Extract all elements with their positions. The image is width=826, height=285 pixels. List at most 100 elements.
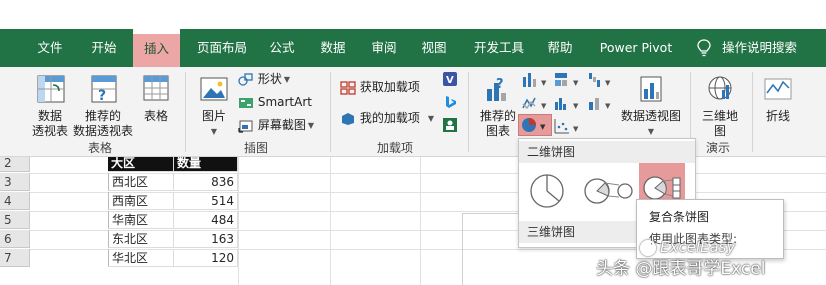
table-cell[interactable]: 华南区 [108,211,174,229]
group-separator [468,72,469,152]
tab-file[interactable]: 文件 [32,29,68,67]
pie-chart-button[interactable]: ▼ [518,114,552,136]
recommended-charts-icon: ? [487,77,506,101]
addins-icon [342,112,354,125]
section-2d-pie: 二维饼图 [519,141,695,163]
store-icon [340,80,356,95]
pivot-chart-button[interactable]: 数据透视图 ▼ [618,73,684,139]
tab-insert[interactable]: 插入 [133,29,180,67]
3d-map-label-1: 三维地 [701,109,738,123]
waterfall-chart-icon[interactable]: ▼ [587,71,617,89]
tab-help[interactable]: 帮助 [542,29,578,67]
tab-formulas[interactable]: 公式 [264,29,300,67]
shapes-button[interactable]: 形状 ▼ [238,71,290,88]
chevron-down-icon: ▼ [647,127,655,136]
group-label-tours: 演示 [705,141,730,155]
shapes-label: 形状 [257,72,282,86]
globe-icon [708,76,732,100]
svg-text:▼: ▼ [605,102,611,110]
table-button[interactable]: 表格 [138,73,174,124]
screenshot-button[interactable]: 屏幕截图 ▼ [238,117,314,134]
smartart-icon [239,97,253,108]
recommended-pivot-label-1: 推荐的 [84,109,121,123]
chevron-down-icon: ▼ [427,113,434,123]
recommended-charts-label-2: 图表 [485,124,510,138]
screenshot-label: 屏幕截图 [257,118,306,132]
pie-chart-icon: ▼ [522,118,546,132]
watermark-line-2: 头条 @跟表哥学Excel [596,259,766,279]
my-addins-button[interactable]: 我的加载项 ▼ [340,110,434,127]
get-addins-label: 获取加载项 [359,80,420,94]
sparkline-line-label: 折线 [765,109,790,123]
table-cell[interactable]: 华北区 [108,249,174,267]
svg-text:▼: ▼ [541,79,547,87]
row-header[interactable]: 7 [0,249,30,267]
sparkline-line-button[interactable]: 折线 [760,73,796,124]
svg-text:▼: ▼ [573,102,579,110]
row-header[interactable]: 2 [0,157,30,172]
sparkline-icon [764,78,792,100]
bing-maps-icon[interactable] [442,94,458,110]
tab-data[interactable]: 数据 [315,29,351,67]
hierarchy-chart-icon[interactable]: ▼ [553,71,587,89]
tab-page-layout[interactable]: 页面布局 [190,29,254,67]
recommended-pivot-button[interactable]: ? 推荐的 数据透视表 [71,73,135,139]
tell-me-search[interactable]: 操作说明搜索 [722,29,797,67]
smartart-label: SmartArt [257,95,312,109]
visio-icon[interactable]: V [442,71,458,87]
tab-view[interactable]: 视图 [416,29,452,67]
pictures-button[interactable]: 图片 ▼ [196,73,232,139]
pie-of-pie-option[interactable] [581,169,635,213]
pie-icon [530,174,564,208]
pivot-table-button[interactable]: 数据 透视表 [30,73,70,139]
tab-power-pivot[interactable]: Power Pivot [594,29,678,67]
tab-review[interactable]: 审阅 [366,29,402,67]
row-header[interactable]: 4 [0,192,30,210]
scatter-chart-icon[interactable]: ▼ [553,117,587,135]
table-cell[interactable]: 西南区 [108,192,174,210]
recommended-charts-button[interactable]: ? 推荐的 图表 [478,73,518,139]
gridline [238,157,239,285]
table-cell[interactable]: 836 [174,173,238,191]
3d-map-button[interactable]: 三维地 图 [698,73,742,139]
gridline [330,157,331,285]
table-icon [143,75,169,101]
smartart-button[interactable]: SmartArt [238,94,312,110]
table-cell[interactable]: 514 [174,192,238,210]
combo-chart-icon[interactable]: ▼ [587,94,617,112]
statistic-chart-icon[interactable]: ▼ [553,94,587,112]
chevron-down-icon: ▼ [307,120,314,130]
recommended-pivot-label-2: 数据透视表 [72,124,133,138]
table-header-cell[interactable]: 数量 [174,157,238,172]
group-separator [752,72,753,152]
people-graph-icon[interactable] [442,117,458,133]
pie-option[interactable] [525,169,569,213]
table-label: 表格 [143,109,168,123]
line-chart-icon[interactable]: ▼ [521,94,555,112]
pivot-table-icon [37,75,65,103]
group-label-illustrations: 插图 [243,141,268,155]
table-cell[interactable]: 484 [174,211,238,229]
row-header[interactable]: 6 [0,230,30,248]
group-label-tables: 表格 [87,141,112,155]
group-separator [185,72,186,152]
recommended-charts-label-1: 推荐的 [479,109,516,123]
lightbulb-icon [697,39,711,57]
table-header-cell[interactable]: 大区 [108,157,174,172]
table-cell[interactable]: 163 [174,230,238,248]
svg-text:▼: ▼ [573,79,579,87]
get-addins-button[interactable]: 获取加载项 [340,79,420,95]
chevron-down-icon: ▼ [210,127,218,136]
table-cell[interactable]: 120 [174,249,238,267]
table-cell[interactable]: 东北区 [108,230,174,248]
svg-text:?: ? [98,88,106,104]
tab-home[interactable]: 开始 [86,29,122,67]
group-separator [330,72,331,152]
ribbon-insert: 数据 透视表 ? 推荐的 数据透视表 表格 表格 图片 ▼ 形状 ▼ Smart… [0,67,826,157]
table-cell[interactable]: 西北区 [108,173,174,191]
tab-developer[interactable]: 开发工具 [468,29,530,67]
column-chart-icon[interactable]: ▼ [521,71,555,89]
row-header[interactable]: 5 [0,211,30,229]
row-header[interactable]: 3 [0,173,30,191]
tooltip-title: 复合条饼图 [649,210,710,224]
